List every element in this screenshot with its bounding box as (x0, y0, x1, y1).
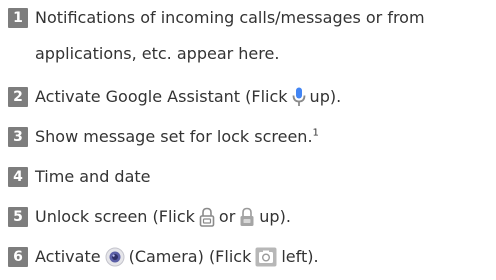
lock-screen-legend: 1 Notifications of incoming calls/messag… (0, 0, 496, 280)
number-badge: 3 (8, 127, 28, 147)
footnote-marker: 1 (312, 127, 319, 139)
number-badge: 1 (8, 8, 28, 28)
lock-outline-icon (199, 207, 215, 227)
legend-item-6: 6 Activate (Camera) (Flick left). (8, 246, 319, 268)
item-text: Show message set for lock screen.1 (35, 126, 319, 148)
number-badge: 5 (8, 207, 28, 227)
lock-filled-icon (239, 207, 255, 227)
legend-item-5: 5 Unlock screen (Flick or up). (8, 206, 291, 228)
number-badge: 4 (8, 167, 28, 187)
item-text-mid: (Camera) (Flick (128, 247, 252, 266)
item-text-mid: or (218, 207, 236, 226)
item-text: Time and date (35, 167, 151, 186)
item-text: Activate Google Assistant (Flick (35, 87, 288, 106)
legend-item-4: 4 Time and date (8, 166, 151, 188)
camera-app-icon (105, 247, 125, 267)
number-badge: 2 (8, 87, 28, 107)
legend-item-1: 1 Notifications of incoming calls/messag… (8, 7, 425, 29)
item-text-end: left). (281, 247, 319, 266)
item-text-continued: applications, etc. appear here. (35, 44, 280, 63)
microphone-icon (292, 87, 306, 107)
camera-button-icon (255, 247, 277, 267)
item-text: Activate (35, 247, 101, 266)
legend-item-2: 2 Activate Google Assistant (Flick up). (8, 86, 341, 108)
item-text: Unlock screen (Flick (35, 207, 195, 226)
item-text-main: Show message set for lock screen. (35, 127, 313, 146)
number-badge: 6 (8, 247, 28, 267)
item-text: Notifications of incoming calls/messages… (35, 8, 425, 27)
legend-item-3: 3 Show message set for lock screen.1 (8, 126, 319, 148)
item-text-end: up). (309, 87, 342, 106)
item-text-end: up). (259, 207, 291, 226)
